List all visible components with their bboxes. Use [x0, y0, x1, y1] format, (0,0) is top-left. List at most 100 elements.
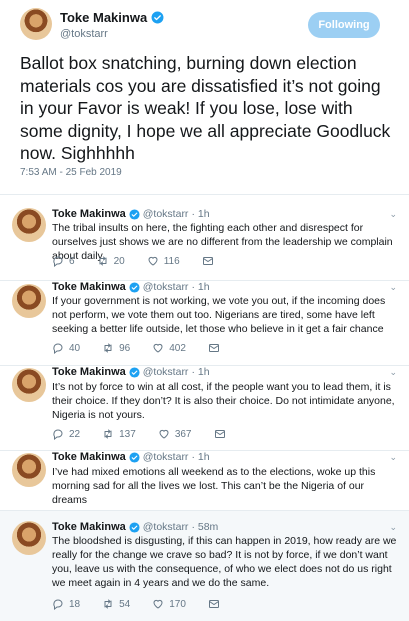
divider	[0, 194, 409, 195]
verified-badge-icon	[129, 521, 140, 533]
reply-tweet[interactable]: Toke Makinwa @tokstarr · 1h ⌄ If your go…	[0, 281, 409, 365]
verified-badge-icon	[129, 281, 140, 293]
reply-count: 18	[69, 598, 81, 610]
tweet-text: If your government is not working, we vo…	[52, 295, 386, 335]
reply-icon	[53, 429, 63, 440]
avatar[interactable]	[12, 453, 46, 487]
retweet-button[interactable]: 54	[102, 598, 130, 610]
reply-count: 6	[69, 255, 75, 267]
reply-button[interactable]: 40	[52, 342, 80, 354]
tweet-text: Ballot box snatching, burning down elect…	[20, 53, 391, 163]
avatar[interactable]	[12, 368, 46, 402]
tweet-age[interactable]: · 1h	[191, 208, 209, 220]
author-handle[interactable]: @tokstarr	[143, 521, 189, 533]
author-row: Toke Makinwa	[60, 10, 164, 25]
like-count: 170	[169, 598, 186, 610]
retweet-icon	[99, 256, 107, 266]
author-name[interactable]: Toke Makinwa	[52, 451, 126, 463]
tweet-actions: 6 20 116	[52, 255, 236, 267]
reply-button[interactable]: 22	[52, 428, 80, 440]
like-icon	[148, 256, 158, 266]
author-name[interactable]: Toke Makinwa	[52, 366, 126, 378]
author-name[interactable]: Toke Makinwa	[52, 281, 126, 293]
author-name[interactable]: Toke Makinwa	[60, 10, 147, 25]
retweet-count: 54	[119, 598, 131, 610]
tweet-age[interactable]: · 1h	[191, 451, 209, 463]
retweet-count: 20	[113, 255, 125, 267]
tweet-text: The bloodshed is disgusting, if this can…	[52, 535, 397, 589]
chevron-down-icon[interactable]: ⌄	[389, 209, 397, 220]
tweet-timestamp[interactable]: 7:53 AM - 25 Feb 2019	[20, 167, 122, 178]
chevron-down-icon[interactable]: ⌄	[389, 452, 397, 463]
message-button[interactable]	[208, 342, 220, 354]
chevron-down-icon[interactable]: ⌄	[389, 522, 397, 533]
reply-icon	[53, 599, 63, 610]
message-icon	[202, 257, 213, 265]
retweet-icon	[104, 343, 112, 353]
reply-tweet[interactable]: Toke Makinwa @tokstarr · 58m ⌄ The blood…	[0, 511, 409, 621]
reply-button[interactable]: 18	[52, 598, 80, 610]
like-button[interactable]: 367	[158, 428, 192, 440]
tweet-actions: 40 96 402	[52, 342, 242, 354]
tweet-actions: 18 54 170	[52, 598, 242, 610]
author-handle[interactable]: @tokstarr	[60, 28, 108, 40]
reply-tweet[interactable]: Toke Makinwa @tokstarr · 1h ⌄ The tribal…	[0, 196, 409, 280]
verified-badge-icon	[129, 208, 140, 220]
retweet-count: 96	[119, 342, 131, 354]
like-icon	[159, 429, 169, 439]
author-name[interactable]: Toke Makinwa	[52, 208, 126, 220]
author-handle[interactable]: @tokstarr	[143, 281, 189, 293]
reply-header: Toke Makinwa @tokstarr · 1h	[52, 366, 210, 378]
retweet-icon	[104, 599, 112, 609]
main-tweet: Toke Makinwa @tokstarr Following Ballot …	[0, 0, 409, 196]
reply-count: 22	[69, 428, 81, 440]
reply-icon	[53, 256, 63, 267]
retweet-button[interactable]: 137	[102, 428, 136, 440]
verified-badge-icon	[151, 11, 164, 24]
author-handle[interactable]: @tokstarr	[143, 451, 189, 463]
like-icon	[153, 343, 163, 353]
like-count: 367	[174, 428, 192, 440]
retweet-button[interactable]: 20	[97, 255, 125, 267]
retweet-button[interactable]: 96	[102, 342, 130, 354]
message-button[interactable]	[214, 428, 226, 440]
author-handle[interactable]: @tokstarr	[143, 208, 189, 220]
message-icon	[208, 344, 219, 352]
author-name[interactable]: Toke Makinwa	[52, 521, 126, 533]
following-button[interactable]: Following	[308, 12, 380, 38]
verified-badge-icon	[129, 451, 140, 463]
tweet-text: I’ve had mixed emotions all weekend as t…	[52, 466, 376, 506]
reply-header: Toke Makinwa @tokstarr · 58m	[52, 521, 218, 533]
reply-tweet[interactable]: Toke Makinwa @tokstarr · 1h ⌄ I’ve had m…	[0, 451, 409, 509]
avatar[interactable]	[12, 284, 46, 318]
reply-header: Toke Makinwa @tokstarr · 1h	[52, 208, 210, 220]
reply-count: 40	[69, 342, 81, 354]
tweet-text: It’s not by force to win at all cost, if…	[52, 381, 395, 421]
avatar[interactable]	[12, 208, 46, 242]
tweet-age[interactable]: · 58m	[191, 521, 218, 533]
like-button[interactable]: 170	[152, 598, 186, 610]
avatar[interactable]	[20, 8, 52, 40]
reply-tweet[interactable]: Toke Makinwa @tokstarr · 1h ⌄ It’s not b…	[0, 366, 409, 450]
like-count: 116	[163, 255, 180, 267]
tweet-actions: 22 137 367	[52, 428, 248, 440]
like-icon	[153, 599, 163, 609]
reply-button[interactable]: 6	[52, 255, 75, 267]
tweet-age[interactable]: · 1h	[191, 281, 209, 293]
avatar[interactable]	[12, 521, 46, 555]
chevron-down-icon[interactable]: ⌄	[389, 282, 397, 293]
message-icon	[214, 430, 225, 438]
message-button[interactable]	[208, 598, 220, 610]
chevron-down-icon[interactable]: ⌄	[389, 367, 397, 378]
retweet-count: 137	[119, 428, 136, 440]
tweet-age[interactable]: · 1h	[191, 366, 209, 378]
like-button[interactable]: 402	[152, 342, 186, 354]
verified-badge-icon	[129, 366, 140, 378]
author-handle[interactable]: @tokstarr	[143, 366, 189, 378]
reply-icon	[53, 343, 63, 354]
retweet-icon	[104, 429, 112, 439]
like-count: 402	[169, 342, 186, 354]
message-button[interactable]	[202, 255, 214, 267]
reply-header: Toke Makinwa @tokstarr · 1h	[52, 451, 210, 463]
like-button[interactable]: 116	[147, 255, 180, 267]
